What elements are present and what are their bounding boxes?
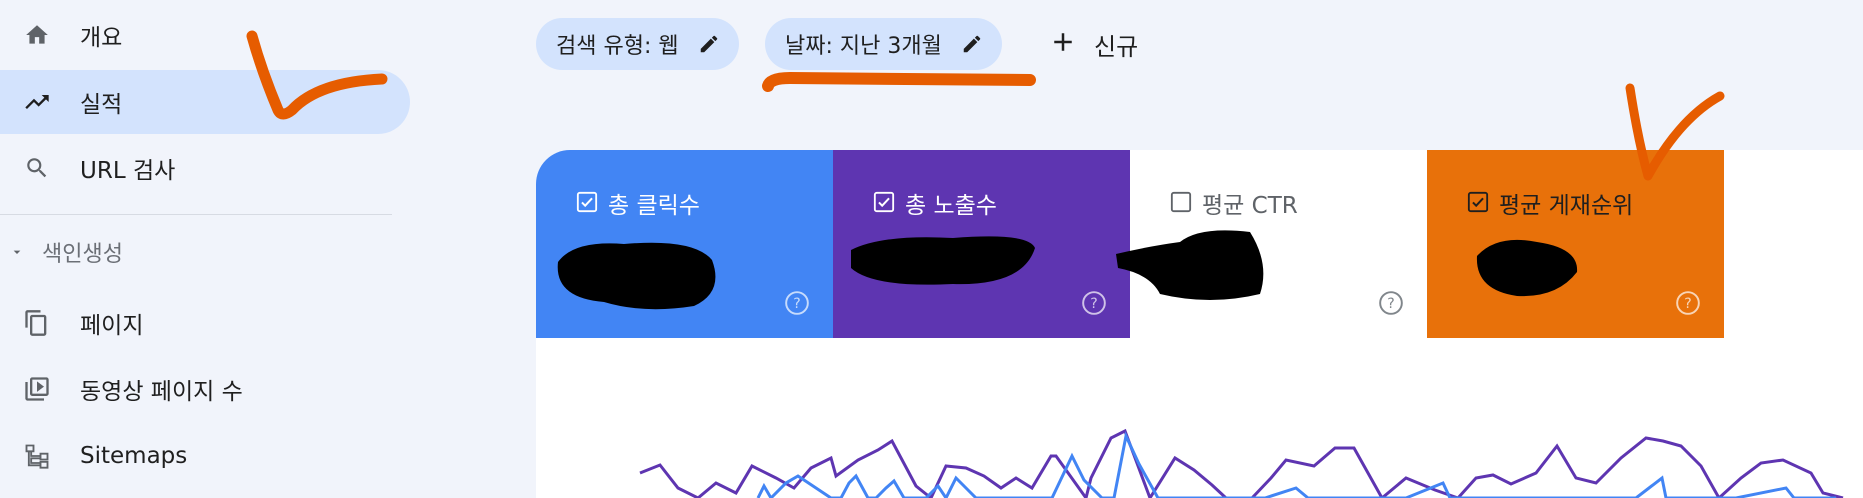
checkmark-annotation	[246, 30, 388, 120]
checkmark-annotation	[1625, 83, 1725, 181]
underline-annotation	[762, 71, 1036, 92]
annotation-overlay	[246, 30, 1725, 181]
